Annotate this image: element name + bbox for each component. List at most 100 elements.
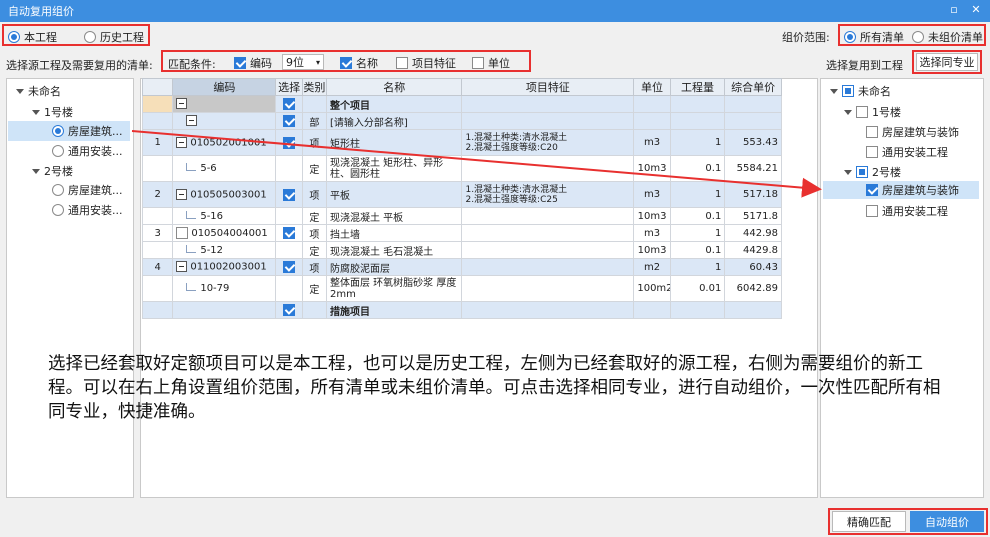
checkbox-icon-checked xyxy=(283,261,296,273)
table-row[interactable]: 措施项目 xyxy=(141,301,782,319)
table-row[interactable]: 2 010505003001 项 平板 1.混凝土种类:清水混凝土 2.混凝土强… xyxy=(141,181,782,208)
radio-icon xyxy=(52,145,64,157)
radio-this-project[interactable]: 本工程 xyxy=(8,29,57,45)
row-code-text: 5-12 xyxy=(200,244,224,256)
row-code xyxy=(172,301,277,319)
bill-grid: 编码 选择 类别 名称 项目特征 单位 工程量 综合单价 整个项目 部 [请输入… xyxy=(141,78,782,319)
maximize-icon[interactable]: ▫ xyxy=(948,4,960,16)
condition-code[interactable]: 编码 xyxy=(234,55,272,71)
expand-icon xyxy=(32,168,40,174)
row-code-text: 011002003001 xyxy=(190,261,267,273)
tree-group-1[interactable]: 1号楼 xyxy=(32,103,73,121)
checkbox-icon-partial xyxy=(856,166,868,178)
row-code: 010504004001 xyxy=(172,224,277,242)
header-select[interactable]: 选择 xyxy=(275,78,303,96)
source-item-building-2[interactable]: 房屋建筑... xyxy=(52,181,123,199)
target-item-install-2[interactable]: 通用安装工程 xyxy=(866,202,948,220)
header-type[interactable]: 类别 xyxy=(301,78,328,96)
expand-icon xyxy=(32,109,40,115)
row-price xyxy=(724,112,782,130)
table-row[interactable]: 1 010502001001 项 矩形柱 1.混凝土种类:清水混凝土 2.混凝土… xyxy=(141,129,782,156)
checkbox-icon-checked xyxy=(283,188,296,201)
row-select[interactable] xyxy=(275,112,303,130)
target-item-building-1[interactable]: 房屋建筑与装饰 xyxy=(866,123,959,141)
tree-guide xyxy=(186,163,197,171)
collapse-icon[interactable] xyxy=(176,188,188,200)
row-feature xyxy=(461,301,635,319)
header-feature[interactable]: 项目特征 xyxy=(461,78,635,96)
digits-select[interactable]: 9位 ▾ xyxy=(282,54,324,70)
radio-icon-selected xyxy=(8,31,20,43)
row-select xyxy=(275,155,303,182)
target-tree-group-label: 1号楼 xyxy=(872,106,901,119)
table-row[interactable]: 4 011002003001 项 防腐胶泥面层 m2 1 60.43 xyxy=(141,258,782,276)
window-title: 自动复用组价 xyxy=(8,5,74,18)
header-price[interactable]: 综合单价 xyxy=(724,78,782,96)
header-unit[interactable]: 单位 xyxy=(633,78,671,96)
radio-history-project-label: 历史工程 xyxy=(100,31,144,44)
row-type: 定 xyxy=(301,207,328,225)
condition-unit[interactable]: 单位 xyxy=(472,55,510,71)
row-qty xyxy=(669,112,726,130)
row-code: 5-12 xyxy=(172,241,277,259)
collapse-icon[interactable] xyxy=(176,136,188,148)
select-same-major-button[interactable]: 选择同专业 xyxy=(916,53,978,71)
row-code xyxy=(172,95,277,113)
row-code-text: 010504004001 xyxy=(191,228,268,239)
grid-header-row: 编码 选择 类别 名称 项目特征 单位 工程量 综合单价 xyxy=(141,78,782,96)
radio-all-lists[interactable]: 所有清单 xyxy=(844,29,904,45)
collapse-icon[interactable] xyxy=(176,98,188,110)
row-name: 防腐胶泥面层 xyxy=(325,258,463,276)
header-name[interactable]: 名称 xyxy=(325,78,463,96)
target-item-install-1[interactable]: 通用安装工程 xyxy=(866,143,948,161)
tree-root[interactable]: 未命名 xyxy=(16,82,61,100)
source-item-install-2[interactable]: 通用安装... xyxy=(52,201,123,219)
row-select[interactable] xyxy=(275,258,303,276)
match-label: 匹配条件: xyxy=(168,58,216,71)
table-row[interactable]: 10-79 定 整体面层 环氧树脂砂浆 厚度2mm 100m2 0.01 604… xyxy=(141,275,782,302)
target-item-building-2[interactable]: 房屋建筑与装饰 xyxy=(866,181,959,199)
radio-unpriced-lists[interactable]: 未组价清单 xyxy=(912,29,983,45)
condition-feature[interactable]: 项目特征 xyxy=(396,55,456,71)
row-select[interactable] xyxy=(275,181,303,208)
row-select[interactable] xyxy=(275,129,303,156)
target-tree-group-2[interactable]: 2号楼 xyxy=(844,163,901,181)
table-row[interactable]: 5-16 定 现浇混凝土 平板 10m3 0.1 5171.8 xyxy=(141,207,782,225)
row-type xyxy=(301,95,328,113)
target-tree-root[interactable]: 未命名 xyxy=(830,82,891,100)
table-row[interactable]: 部 [请输入分部名称] xyxy=(141,112,782,130)
source-item-install-1[interactable]: 通用安装... xyxy=(52,142,123,160)
row-index xyxy=(141,112,174,130)
table-row[interactable]: 整个项目 xyxy=(141,95,782,113)
row-name: [请输入分部名称] xyxy=(325,112,463,130)
row-qty: 1 xyxy=(669,181,726,208)
row-unit: m3 xyxy=(633,181,671,208)
radio-history-project[interactable]: 历史工程 xyxy=(84,29,144,45)
auto-price-button[interactable]: 自动组价 xyxy=(910,511,984,532)
row-type xyxy=(301,301,328,319)
row-price: 6042.89 xyxy=(724,275,782,302)
tree-group-2[interactable]: 2号楼 xyxy=(32,162,73,180)
close-icon[interactable]: ✕ xyxy=(970,4,982,16)
table-row[interactable]: 5-12 定 现浇混凝土 毛石混凝土 10m3 0.1 4429.8 xyxy=(141,241,782,259)
target-tree-group-1[interactable]: 1号楼 xyxy=(844,103,901,121)
tree-guide xyxy=(186,283,197,291)
checkbox-icon-checked xyxy=(866,184,878,196)
header-code[interactable]: 编码 xyxy=(172,78,277,96)
row-type: 定 xyxy=(301,155,328,182)
row-index: 3 xyxy=(141,224,174,242)
source-item-building-1[interactable]: 房屋建筑... xyxy=(52,122,123,140)
row-select[interactable] xyxy=(275,95,303,113)
collapse-icon[interactable] xyxy=(186,115,198,127)
header-qty[interactable]: 工程量 xyxy=(669,78,726,96)
collapse-icon[interactable] xyxy=(176,261,188,273)
table-row[interactable]: 3 010504004001 项 挡土墙 m3 1 442.98 xyxy=(141,224,782,242)
table-row[interactable]: 5-6 定 现浇混凝土 矩形柱、异形柱、圆形柱 10m3 0.1 5584.21 xyxy=(141,155,782,182)
condition-name[interactable]: 名称 xyxy=(340,55,378,71)
precise-match-button[interactable]: 精确匹配 xyxy=(832,511,906,532)
row-select[interactable] xyxy=(275,301,303,319)
row-select[interactable] xyxy=(275,224,303,242)
row-name: 挡土墙 xyxy=(325,224,463,242)
checkbox-icon[interactable] xyxy=(176,227,189,239)
row-price: 60.43 xyxy=(724,258,782,276)
